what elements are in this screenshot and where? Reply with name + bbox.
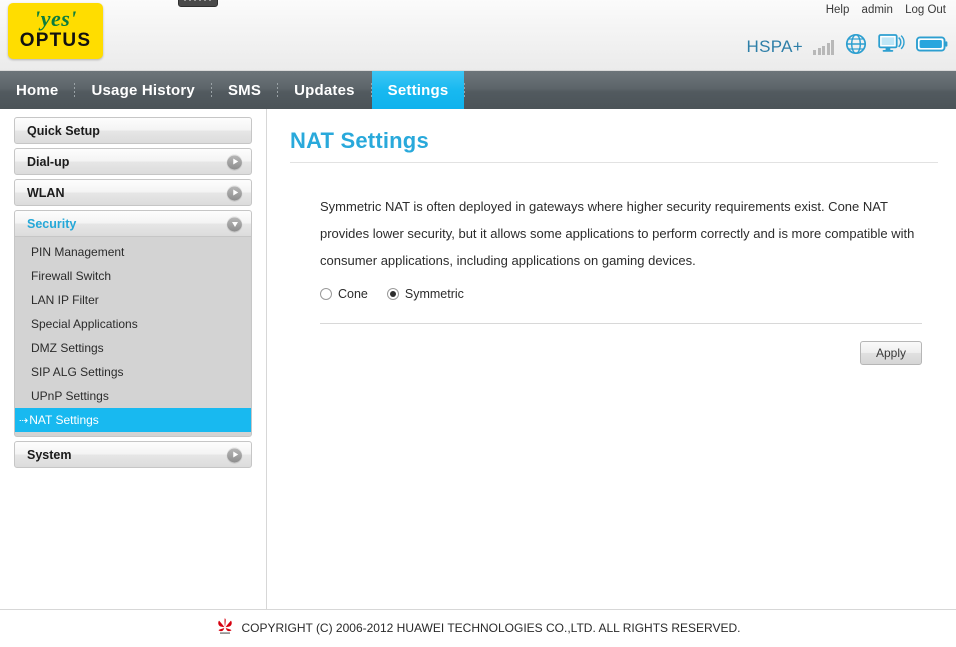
network-type-label: HSPA+: [746, 36, 803, 56]
sidebar-dial-up[interactable]: Dial-up: [14, 148, 252, 175]
sidebar-item-label: UPnP Settings: [31, 389, 109, 403]
signal-strength-icon: [813, 39, 834, 55]
account-links: Help admin Log Out: [826, 4, 946, 16]
router-admin-page: 'yes' OPTUS Help admin Log Out HSPA+ Hom…: [0, 0, 956, 647]
sidebar-system[interactable]: System: [14, 441, 252, 468]
log-out-link[interactable]: Log Out: [905, 4, 946, 16]
sidebar-item-lan-ip-filter[interactable]: LAN IP Filter: [15, 288, 251, 312]
radio-symmetric-indicator[interactable]: [386, 288, 399, 300]
chevron-down-icon: [227, 216, 242, 231]
optus-logo: 'yes' OPTUS: [8, 3, 103, 59]
radio-symmetric[interactable]: Symmetric: [386, 287, 464, 301]
radio-cone-label: Cone: [338, 287, 368, 301]
nav-sms[interactable]: SMS: [212, 71, 277, 109]
nat-type-radio-group: Cone Symmetric: [320, 287, 938, 301]
chevron-right-icon: [227, 185, 242, 200]
device-image-thumbnail: [178, 0, 218, 7]
sidebar-item-upnp-settings[interactable]: UPnP Settings: [15, 384, 251, 408]
page-title: NAT Settings: [290, 128, 429, 153]
sidebar-item-nat-settings[interactable]: ⇢NAT Settings: [15, 408, 251, 432]
sidebar-item-label: PIN Management: [31, 245, 125, 259]
sidebar-item-firewall-switch[interactable]: Firewall Switch: [15, 264, 251, 288]
page-body: Quick Setup Dial-up WLAN Security PIN Ma…: [0, 109, 956, 609]
main-content: NAT Settings Symmetric NAT is often depl…: [268, 109, 956, 609]
form-actions: Apply: [290, 341, 922, 365]
sidebar-quick-setup[interactable]: Quick Setup: [14, 117, 252, 144]
sidebar-item-label: DMZ Settings: [31, 341, 104, 355]
sidebar-item-dmz-settings[interactable]: DMZ Settings: [15, 336, 251, 360]
sidebar-item-label: Special Applications: [31, 317, 138, 331]
sidebar-item-label: LAN IP Filter: [31, 293, 99, 307]
copyright-text: COPYRIGHT (C) 2006-2012 HUAWEI TECHNOLOG…: [241, 621, 741, 635]
admin-link[interactable]: admin: [862, 4, 893, 16]
sidebar: Quick Setup Dial-up WLAN Security PIN Ma…: [0, 109, 267, 609]
page-footer: COPYRIGHT (C) 2006-2012 HUAWEI TECHNOLOG…: [0, 609, 956, 646]
nav-updates[interactable]: Updates: [278, 71, 371, 109]
radio-symmetric-label: Symmetric: [404, 287, 464, 301]
sidebar-security-label: Security: [27, 216, 77, 231]
chevron-right-icon: [227, 154, 242, 169]
sidebar-item-label: NAT Settings: [29, 413, 99, 427]
sidebar-security-submenu: PIN Management Firewall Switch LAN IP Fi…: [14, 237, 252, 437]
nav-settings[interactable]: Settings: [371, 71, 465, 109]
sidebar-item-pin-management[interactable]: PIN Management: [15, 240, 251, 264]
sidebar-item-sip-alg-settings[interactable]: SIP ALG Settings: [15, 360, 251, 384]
battery-icon: [916, 34, 948, 59]
sidebar-item-special-applications[interactable]: Special Applications: [15, 312, 251, 336]
status-indicator-strip: HSPA+: [747, 32, 948, 61]
sidebar-item-label: Firewall Switch: [31, 269, 112, 283]
help-link[interactable]: Help: [826, 4, 850, 16]
radio-cone-indicator[interactable]: [320, 288, 332, 300]
monitor-broadcast-icon: [878, 33, 906, 60]
optus-logo-yes: 'yes': [34, 6, 77, 31]
title-divider: [290, 162, 938, 163]
nav-separator: [464, 83, 466, 97]
sidebar-wlan-label: WLAN: [27, 185, 65, 200]
radio-cone[interactable]: Cone: [320, 287, 368, 301]
sidebar-wlan[interactable]: WLAN: [14, 179, 252, 206]
apply-button[interactable]: Apply: [860, 341, 922, 365]
huawei-logo: [215, 616, 235, 641]
optus-logo-name: OPTUS: [19, 30, 92, 51]
sidebar-dial-up-label: Dial-up: [27, 154, 70, 169]
main-navigation: Home Usage History SMS Updates Settings: [0, 71, 956, 109]
selected-arrow-icon: ⇢: [19, 415, 29, 427]
nat-description: Symmetric NAT is often deployed in gatew…: [320, 199, 915, 268]
nav-home[interactable]: Home: [0, 71, 74, 109]
globe-icon: [844, 32, 868, 61]
sidebar-system-label: System: [27, 447, 72, 462]
form-divider: [320, 323, 922, 324]
nav-usage-history[interactable]: Usage History: [75, 71, 210, 109]
sidebar-security[interactable]: Security: [14, 210, 252, 237]
sidebar-item-label: SIP ALG Settings: [31, 365, 124, 379]
sidebar-quick-setup-label: Quick Setup: [27, 123, 100, 138]
page-header: 'yes' OPTUS Help admin Log Out HSPA+: [0, 0, 956, 71]
chevron-right-icon: [227, 447, 242, 462]
